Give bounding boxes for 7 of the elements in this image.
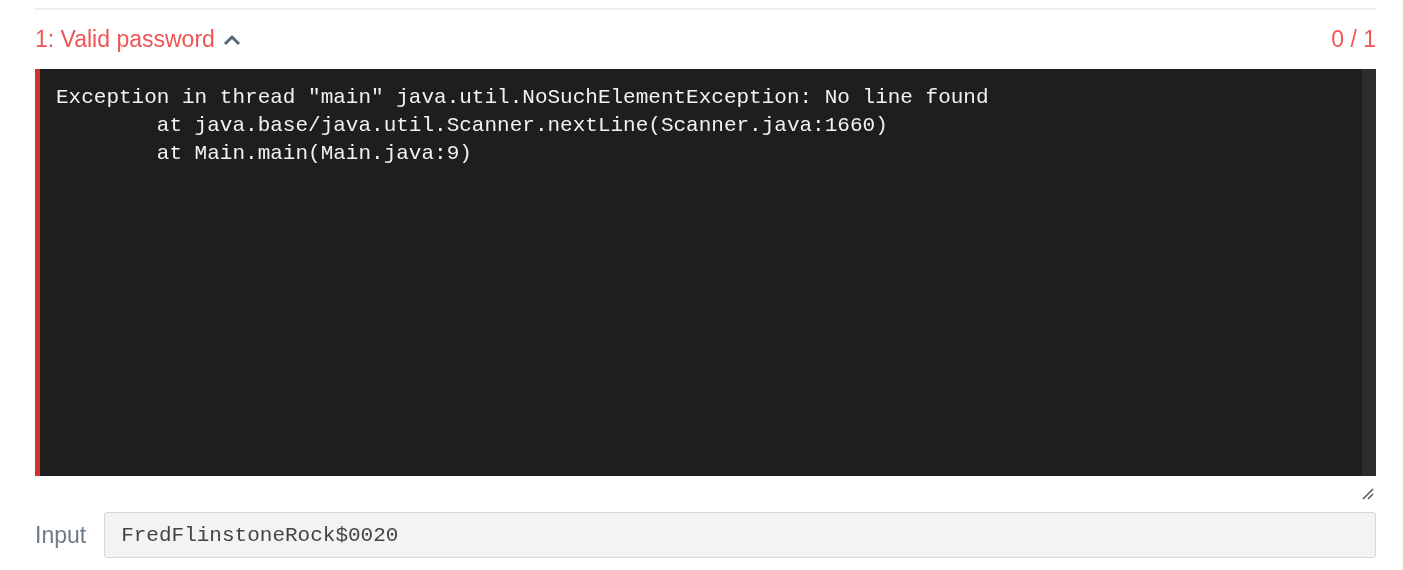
resize-handle-icon[interactable] — [1362, 488, 1374, 500]
input-label: Input — [35, 521, 87, 549]
error-output: Exception in thread "main" java.util.NoSuchElementException: No line found at java.base/java.util.Scanner.nextLine(Scanner.java:1660) at Main.main(Main.java:9) — [55, 85, 990, 167]
input-field[interactable]: FredFlinstoneRock$0020 — [104, 512, 1376, 558]
chevron-icon — [222, 33, 241, 46]
test-score: 0 / 1 — [1331, 26, 1376, 53]
scrollbar-track[interactable] — [1362, 69, 1376, 476]
